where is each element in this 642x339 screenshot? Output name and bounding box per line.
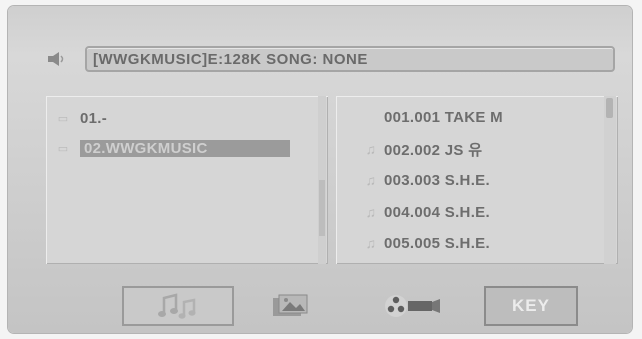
- song-label: 001.001 TAKE M: [384, 108, 503, 126]
- list-item[interactable]: ▭ 01.-: [46, 106, 316, 130]
- scroll-thumb[interactable]: [606, 98, 613, 118]
- music-note-icon: ♫: [365, 141, 377, 157]
- film-reel-icon: [385, 295, 440, 317]
- folder-scrollbar[interactable]: [318, 96, 326, 264]
- music-note-icon: ♫: [365, 204, 377, 220]
- list-item[interactable]: 001.001 TAKE M: [336, 104, 598, 130]
- folder-icon: ▭: [57, 112, 69, 125]
- folder-list[interactable]: ▭ 01.- ▭ 02.WWGKMUSIC: [46, 96, 328, 264]
- song-label: 004.004 S.H.E.: [384, 203, 490, 221]
- key-label: KEY: [512, 296, 550, 315]
- status-text: [WWGKMUSIC]E:128K SONG: NONE: [93, 50, 368, 68]
- mode-bar: KEY: [0, 274, 642, 330]
- speaker-icon: [48, 52, 64, 66]
- list-item[interactable]: ♫ 004.004 S.H.E.: [336, 199, 598, 225]
- list-item[interactable]: ♫ 003.003 S.H.E.: [336, 167, 598, 193]
- video-mode-button[interactable]: [374, 286, 450, 326]
- song-label: 003.003 S.H.E.: [384, 171, 490, 189]
- folder-label: 02.WWGKMUSIC: [80, 139, 290, 157]
- folder-icon: ▭: [57, 142, 69, 155]
- song-label: 005.005 S.H.E.: [384, 234, 490, 252]
- key-button[interactable]: KEY: [484, 286, 578, 326]
- folder-label: 01.-: [80, 109, 108, 127]
- music-note-icon: ♫: [365, 235, 377, 251]
- song-list[interactable]: 001.001 TAKE M ♫ 002.002 JS 유 ♫ 003.003 …: [336, 96, 618, 264]
- list-item[interactable]: ♫ 005.005 S.H.E.: [336, 230, 598, 256]
- list-item[interactable]: ♫ 002.002 JS 유: [336, 136, 598, 162]
- song-scrollbar[interactable]: [604, 96, 616, 264]
- list-item-selected[interactable]: ▭ 02.WWGKMUSIC: [46, 136, 316, 160]
- music-note-icon: ♫: [365, 172, 377, 188]
- photo-icon: [273, 294, 308, 316]
- status-bar: [WWGKMUSIC]E:128K SONG: NONE: [85, 46, 615, 72]
- photo-mode-button[interactable]: [262, 286, 318, 326]
- song-label: 002.002 JS 유: [384, 141, 483, 159]
- scroll-thumb[interactable]: [319, 180, 325, 236]
- music-mode-button[interactable]: [122, 286, 234, 326]
- music-notes-icon: [158, 293, 196, 319]
